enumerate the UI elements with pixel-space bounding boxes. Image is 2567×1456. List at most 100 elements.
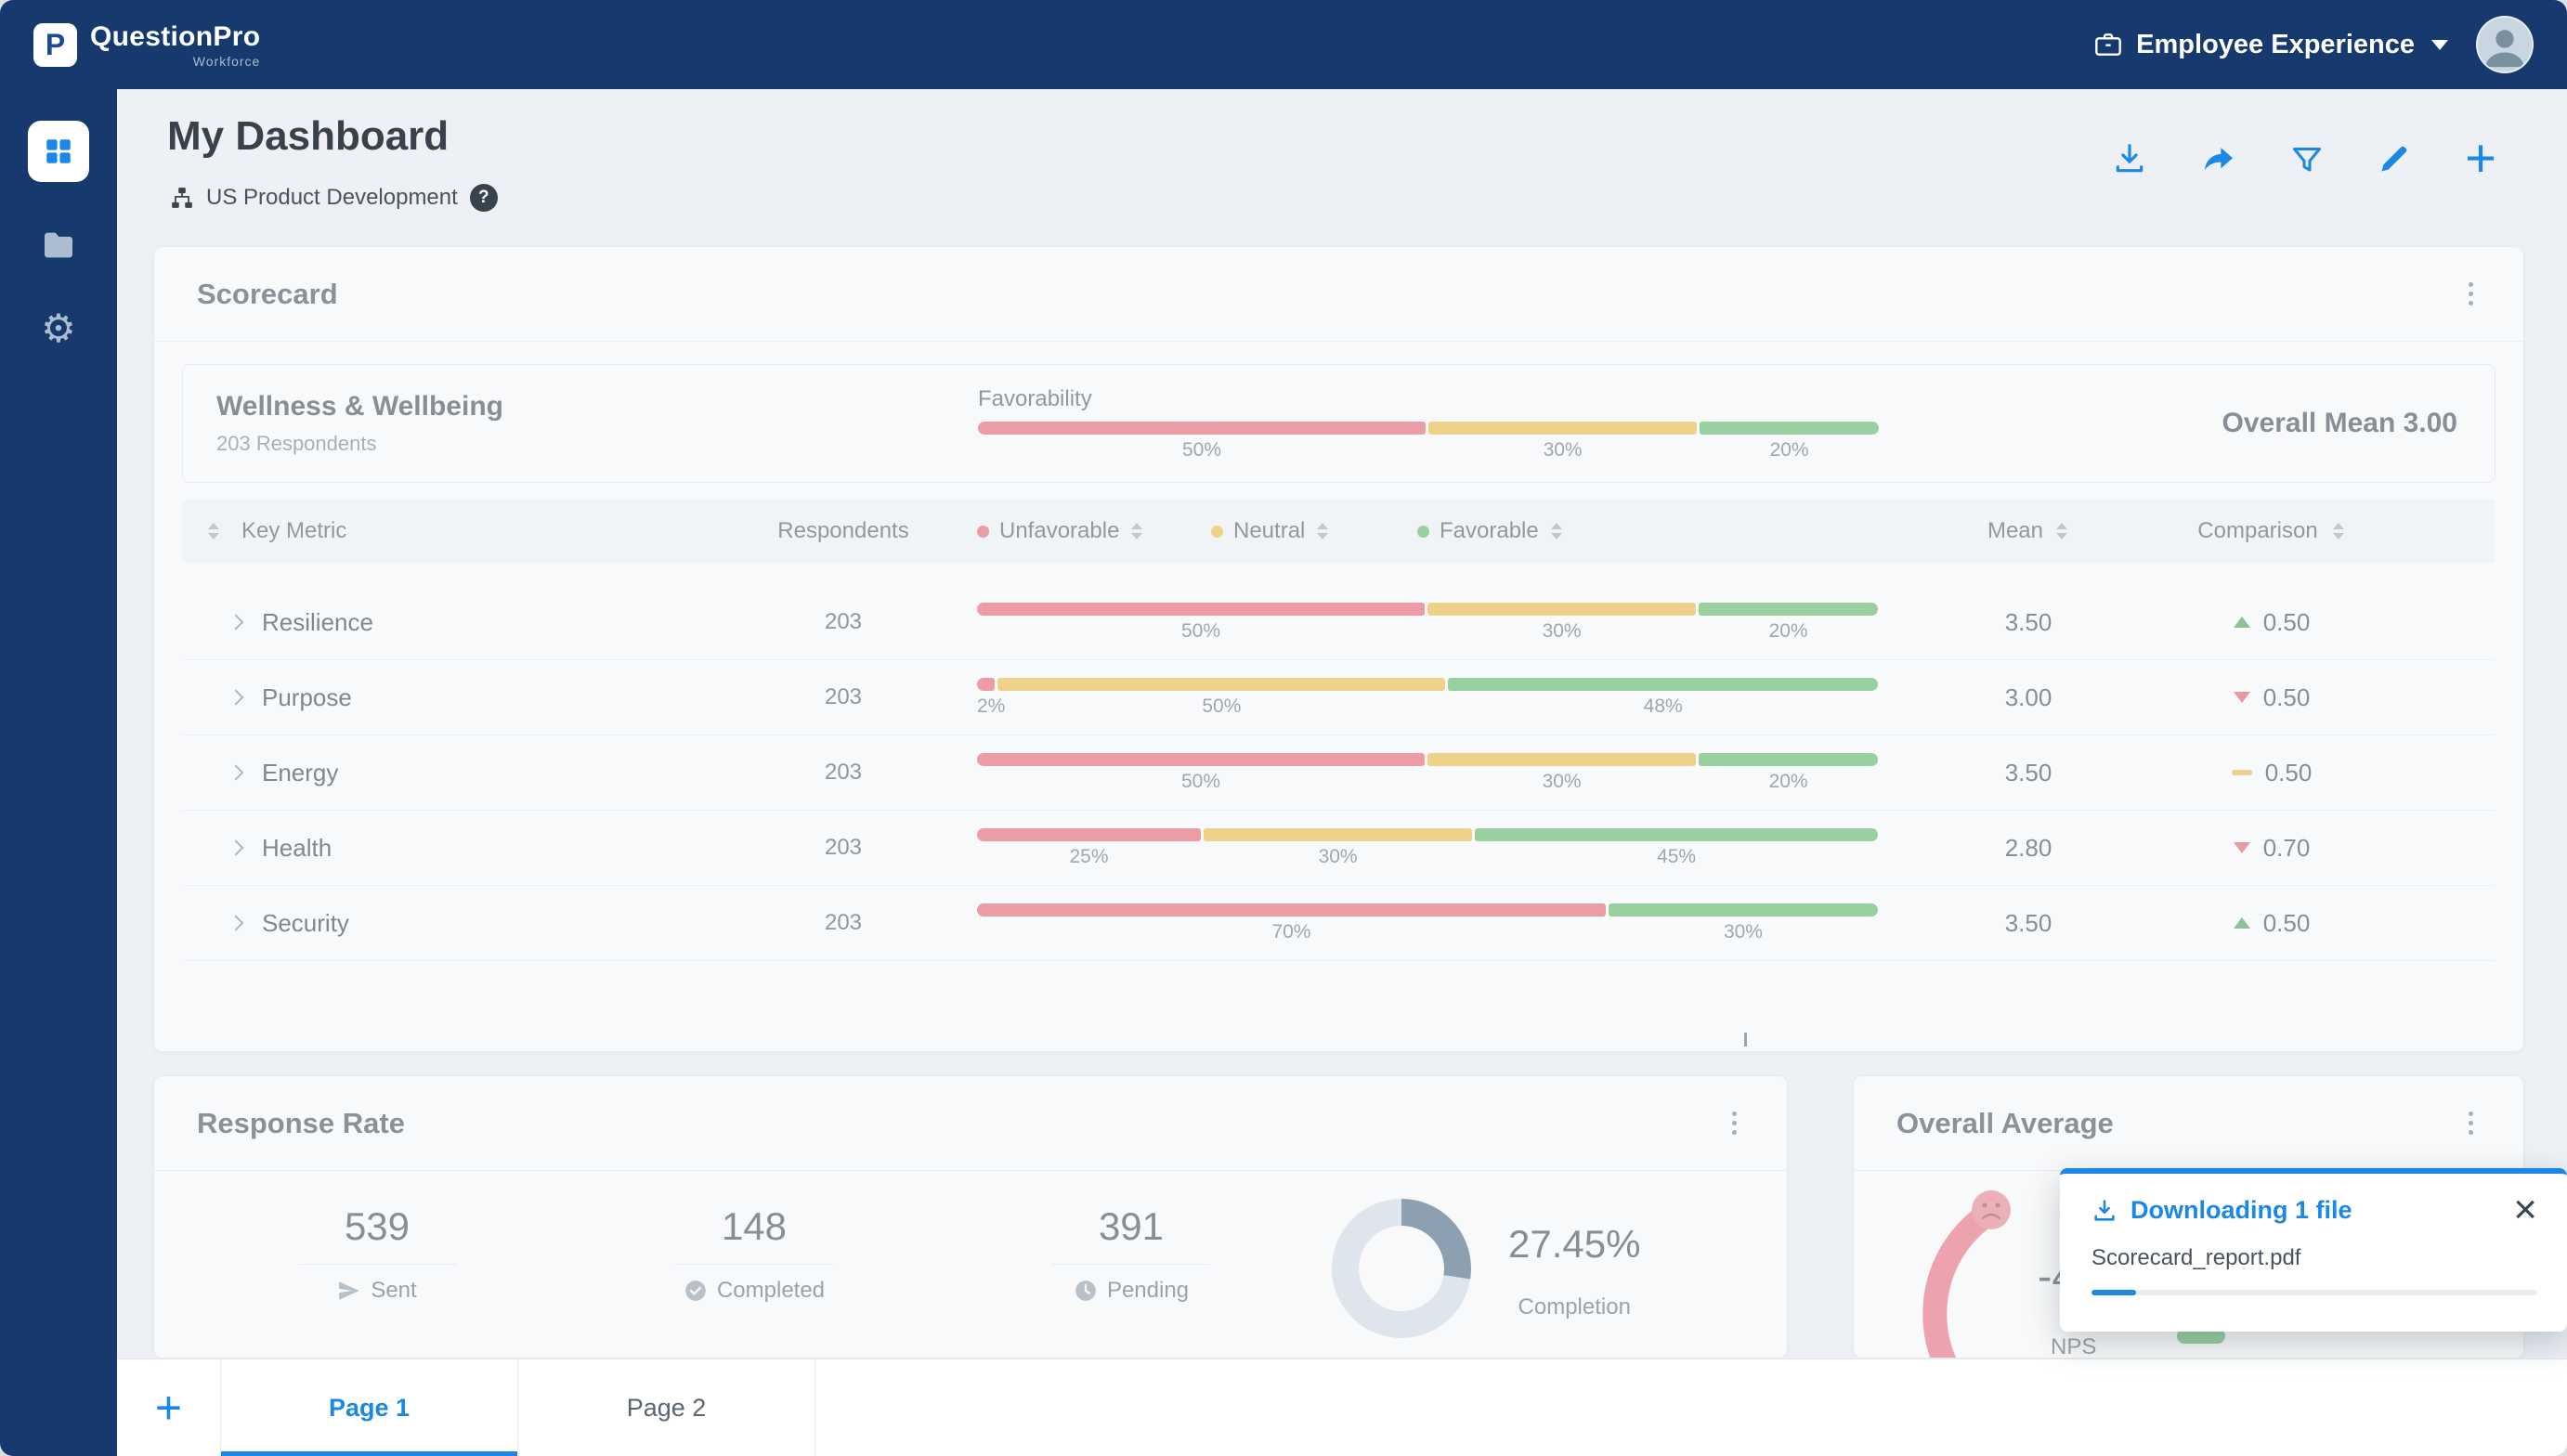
sort-icon[interactable] <box>206 521 221 541</box>
column-favorable[interactable]: Favorable <box>1417 518 1564 544</box>
segment-label: 20% <box>1769 771 1808 792</box>
respondents-value: 203 <box>743 910 944 936</box>
completion-donut-chart <box>1332 1199 1471 1338</box>
column-key-metric[interactable]: Key Metric <box>241 518 346 544</box>
sort-icon[interactable] <box>2331 521 2346 541</box>
plus-icon: + <box>2465 137 2496 180</box>
respondents-value: 203 <box>743 684 944 710</box>
avatar[interactable] <box>2476 16 2534 73</box>
neutral-segment <box>1427 753 1696 766</box>
filter-icon <box>2290 142 2324 176</box>
segment-label: 50% <box>1182 439 1221 461</box>
table-row-resilience[interactable]: Resilience 203 50% 30% 20% <box>182 585 2495 660</box>
comparison-value: 0.50 <box>2263 608 2311 637</box>
mean-value: 3.00 <box>1924 683 2132 712</box>
stacked-bar: 70% 30% <box>977 904 1878 943</box>
column-mean[interactable]: Mean <box>1924 518 2132 544</box>
sidebar-item-settings[interactable]: ⚙ <box>38 308 79 349</box>
sort-icon[interactable] <box>1549 521 1564 541</box>
chevron-right-icon[interactable] <box>228 765 244 781</box>
questionpro-logo-icon: P <box>33 23 77 67</box>
kebab-menu-icon[interactable] <box>2461 275 2481 313</box>
sort-icon[interactable] <box>1315 521 1330 541</box>
stat-pending: 391 Pending <box>973 1204 1289 1304</box>
filter-button[interactable] <box>2290 142 2324 176</box>
pencil-icon <box>2378 142 2411 176</box>
column-unfavorable[interactable]: Unfavorable <box>977 518 1211 544</box>
column-comparison[interactable]: Comparison <box>2132 518 2411 544</box>
mean-value: 2.80 <box>1924 834 2132 863</box>
edit-button[interactable] <box>2378 142 2411 176</box>
resize-handle[interactable] <box>1744 1033 1747 1046</box>
sidebar-item-folders[interactable] <box>38 225 79 266</box>
chevron-right-icon[interactable] <box>228 615 244 630</box>
comparison-value: 0.50 <box>2263 683 2311 712</box>
person-icon <box>2478 18 2532 72</box>
hierarchy-icon <box>170 186 194 210</box>
add-widget-button[interactable]: + <box>2465 137 2496 180</box>
download-button[interactable] <box>2112 141 2147 176</box>
response-rate-widget: Response Rate 539 Sent 148 Completed <box>153 1075 1788 1358</box>
add-page-button[interactable]: + <box>117 1359 221 1456</box>
column-respondents[interactable]: Respondents <box>743 518 944 544</box>
favorable-segment <box>1699 603 1878 616</box>
unfavorable-segment <box>978 422 1426 435</box>
stat-value: 391 <box>973 1204 1289 1249</box>
scorecard-summary: Wellness & Wellbeing 203 Respondents Fav… <box>182 364 2495 483</box>
favorable-segment <box>1475 828 1878 841</box>
close-icon[interactable]: × <box>2513 1197 2537 1224</box>
respondents-value: 203 <box>743 835 944 861</box>
kebab-menu-icon[interactable] <box>2461 1104 2481 1142</box>
overall-mean: Overall Mean 3.00 <box>1879 408 2495 439</box>
sidebar-item-dashboards[interactable] <box>28 121 89 182</box>
stat-completed: 148 Completed <box>596 1204 912 1304</box>
toast-title: Downloading 1 file <box>2130 1196 2352 1225</box>
table-row-security[interactable]: Security 203 70% 30% 3.50 <box>182 886 2495 961</box>
sort-icon[interactable] <box>2054 521 2069 541</box>
favorability-label: Favorability <box>978 386 1879 412</box>
favorable-segment <box>1699 753 1878 766</box>
segment-label: 20% <box>1770 439 1809 461</box>
dashboard-grid-icon <box>43 136 74 167</box>
widget-title: Overall Average <box>1896 1107 2114 1140</box>
kebab-menu-icon[interactable] <box>1725 1104 1744 1142</box>
favorable-segment <box>1448 678 1878 691</box>
brand[interactable]: P QuestionPro Workforce <box>33 21 260 69</box>
stat-completion: 27.45% Completion <box>1508 1222 1640 1320</box>
summary-respondents: 203 Respondents <box>216 432 978 456</box>
brand-name: QuestionPro <box>90 21 260 53</box>
trend-down-icon <box>2234 842 2250 853</box>
workspace-selector[interactable]: Employee Experience <box>2093 30 2448 60</box>
summary-metric: Wellness & Wellbeing <box>216 391 978 422</box>
page-title: My Dashboard <box>167 113 449 160</box>
help-icon[interactable]: ? <box>470 184 498 212</box>
topbar: P QuestionPro Workforce Employee Experie… <box>0 0 2567 89</box>
plus-icon: + <box>155 1389 182 1426</box>
share-button[interactable] <box>2201 141 2236 176</box>
completion-value: 27.45% <box>1508 1222 1640 1267</box>
download-icon <box>2091 1198 2117 1224</box>
favorable-segment <box>1700 422 1879 435</box>
tab-page-1[interactable]: Page 1 <box>221 1359 518 1456</box>
column-neutral[interactable]: Neutral <box>1211 518 1417 544</box>
trend-down-icon <box>2234 692 2250 703</box>
chevron-right-icon[interactable] <box>228 840 244 856</box>
chevron-down-icon <box>2431 40 2448 50</box>
breadcrumb: US Product Development ? <box>170 184 498 212</box>
sort-icon[interactable] <box>1129 521 1144 541</box>
table-row-purpose[interactable]: Purpose 203 2% 50% 48% <box>182 660 2495 735</box>
stacked-bar: 50% 30% 20% <box>977 753 1878 793</box>
workspace-label: Employee Experience <box>2136 30 2415 60</box>
chevron-right-icon[interactable] <box>228 690 244 706</box>
tab-page-2[interactable]: Page 2 <box>518 1359 815 1456</box>
favorability-stacked-bar <box>978 422 1879 435</box>
comparison-value: 0.50 <box>2263 909 2311 938</box>
gear-icon: ⚙ <box>41 309 76 348</box>
respondents-value: 203 <box>743 760 944 786</box>
widget-title: Scorecard <box>197 278 338 311</box>
trend-up-icon <box>2234 917 2250 929</box>
table-row-health[interactable]: Health 203 25% 30% 45% <box>182 811 2495 886</box>
chevron-right-icon[interactable] <box>228 916 244 931</box>
check-icon <box>684 1279 708 1303</box>
table-row-energy[interactable]: Energy 203 50% 30% 20% <box>182 735 2495 811</box>
